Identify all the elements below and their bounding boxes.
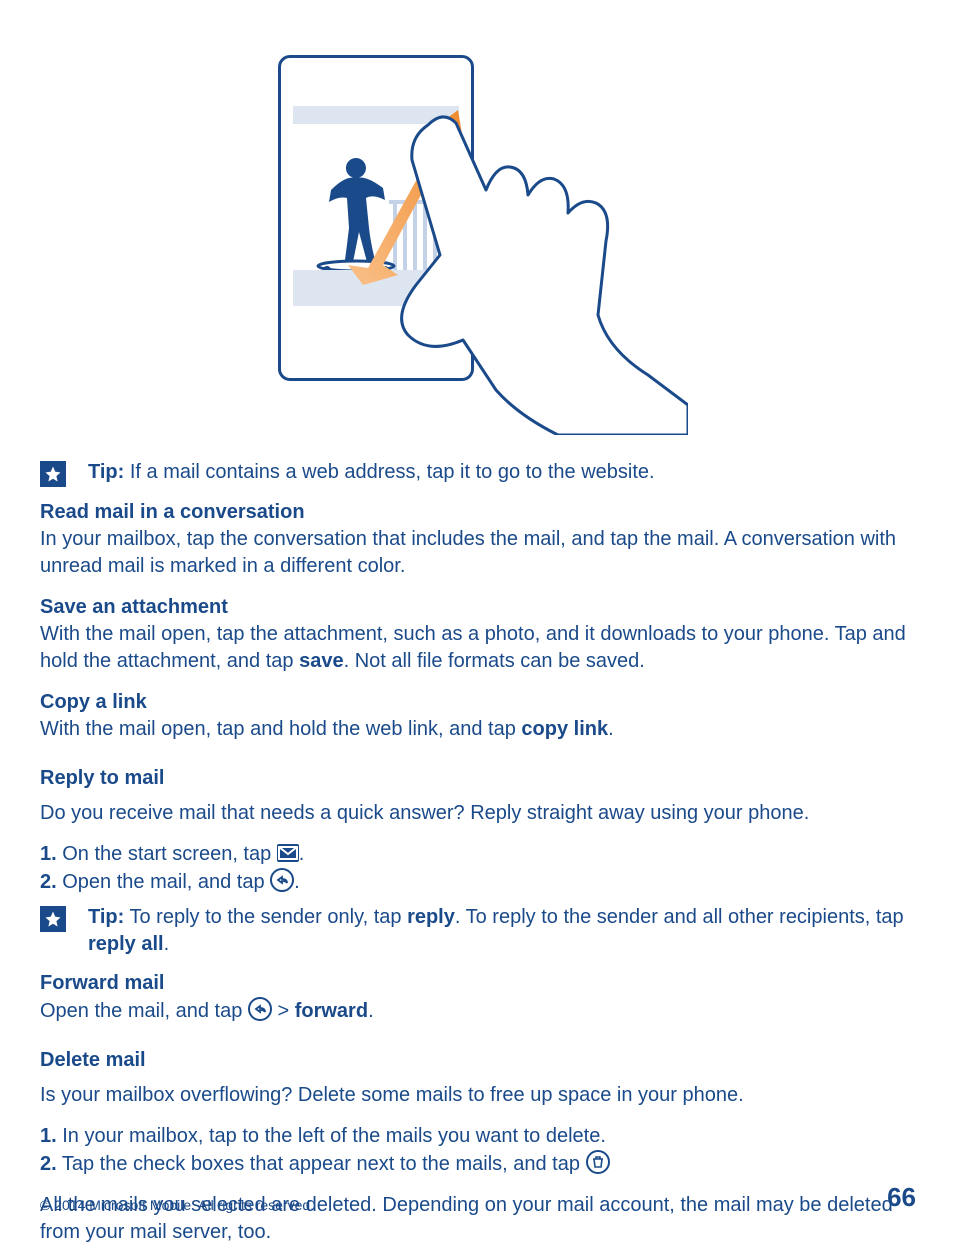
star-tip-icon — [40, 906, 66, 932]
section-read-conversation: Read mail in a conversation In your mail… — [40, 499, 916, 580]
copyright-text: © 2014 Microsoft Mobile. All rights rese… — [40, 1197, 314, 1213]
trash-icon — [586, 1150, 610, 1174]
mail-icon — [277, 844, 299, 862]
heading-forward-mail: Forward mail — [40, 970, 916, 997]
section-forward-mail: Forward mail Open the mail, and tap > fo… — [40, 970, 916, 1025]
delete-step-1: 1. In your mailbox, tap to the left of t… — [40, 1123, 916, 1150]
pinch-zoom-illustration — [278, 55, 678, 435]
illustration-container — [40, 55, 916, 435]
section-copy-link: Copy a link With the mail open, tap and … — [40, 689, 916, 743]
heading-save-attachment: Save an attachment — [40, 594, 916, 621]
hand-gesture-icon — [368, 105, 688, 435]
intro-reply: Do you receive mail that needs a quick a… — [40, 800, 916, 827]
page-number: 66 — [887, 1182, 916, 1213]
intro-delete: Is your mailbox overflowing? Delete some… — [40, 1082, 916, 1109]
tip-text: If a mail contains a web address, tap it… — [124, 461, 654, 483]
reply-step-1: 1. On the start screen, tap . — [40, 841, 916, 868]
reply-step-2: 2. Open the mail, and tap . — [40, 868, 916, 896]
page-footer: © 2014 Microsoft Mobile. All rights rese… — [40, 1182, 916, 1213]
star-tip-icon — [40, 461, 66, 487]
heading-read-conversation: Read mail in a conversation — [40, 499, 916, 526]
tip-label: Tip: — [88, 461, 124, 483]
heading-delete-mail: Delete mail — [40, 1049, 916, 1072]
delete-step-2: 2. Tap the check boxes that appear next … — [40, 1150, 916, 1178]
heading-copy-link: Copy a link — [40, 689, 916, 716]
reply-icon — [248, 997, 272, 1021]
tip-reply: Tip: To reply to the sender only, tap re… — [40, 904, 916, 958]
body-read-conversation: In your mailbox, tap the conversation th… — [40, 528, 896, 577]
manual-page: Tip: If a mail contains a web address, t… — [0, 0, 954, 1257]
reply-icon — [270, 868, 294, 892]
section-save-attachment: Save an attachment With the mail open, t… — [40, 594, 916, 675]
heading-reply-to-mail: Reply to mail — [40, 767, 916, 790]
tip-web-address: Tip: If a mail contains a web address, t… — [40, 459, 916, 487]
